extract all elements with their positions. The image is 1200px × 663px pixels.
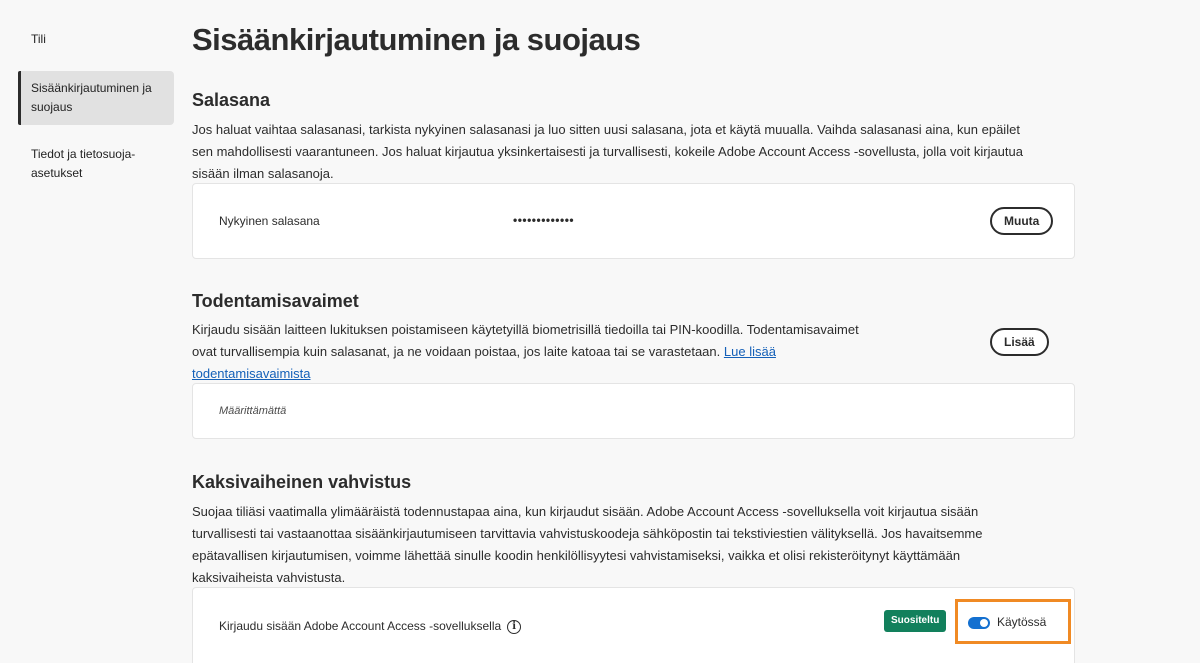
sidebar-item-data-privacy[interactable]: Tiedot ja tietosuoja-asetukset [18,139,174,189]
passkeys-empty-state: Määrittämättä [219,405,287,417]
account-access-toggle[interactable] [968,617,990,629]
sidebar-nav: Tili Sisäänkirjautuminen ja suojaus Tied… [18,24,174,189]
toggle-status-label: Käytössä [997,615,1047,629]
password-card: Nykyinen salasana ••••••••••••• Muuta [192,183,1075,259]
toggle-knob [980,619,988,627]
two-step-description: Suojaa tiliäsi vaatimalla ylimääräistä t… [192,504,983,585]
recommended-badge: Suositeltu [884,610,947,632]
two-step-section-title: Kaksivaiheinen vahvistus [192,472,412,492]
account-access-app-row: Kirjaudu sisään Adobe Account Access -so… [219,619,522,634]
passkeys-description: Kirjaudu sisään laitteen lukituksen pois… [192,319,862,385]
current-password-label: Nykyinen salasana [219,214,320,228]
passkeys-card: Määrittämättä [192,383,1075,439]
page-title: Sisäänkirjautuminen ja suojaus [192,22,641,57]
passkeys-section-title: Todentamisavaimet [192,291,359,311]
add-passkey-button[interactable]: Lisää [990,328,1049,356]
password-section-title: Salasana [192,90,271,110]
sidebar-item-account[interactable]: Tili [18,24,174,55]
account-access-app-label: Kirjaudu sisään Adobe Account Access -so… [219,619,502,633]
toggle-highlight-box: Käytössä [955,599,1071,644]
masked-password-value: ••••••••••••• [513,213,575,227]
password-description: Jos haluat vaihtaa salasanasi, tarkista … [192,122,1023,181]
info-icon[interactable]: i [507,619,522,634]
sidebar-item-signin-security[interactable]: Sisäänkirjautuminen ja suojaus [18,71,174,125]
two-step-card: Kirjaudu sisään Adobe Account Access -so… [192,587,1075,663]
change-password-button[interactable]: Muuta [990,207,1054,235]
